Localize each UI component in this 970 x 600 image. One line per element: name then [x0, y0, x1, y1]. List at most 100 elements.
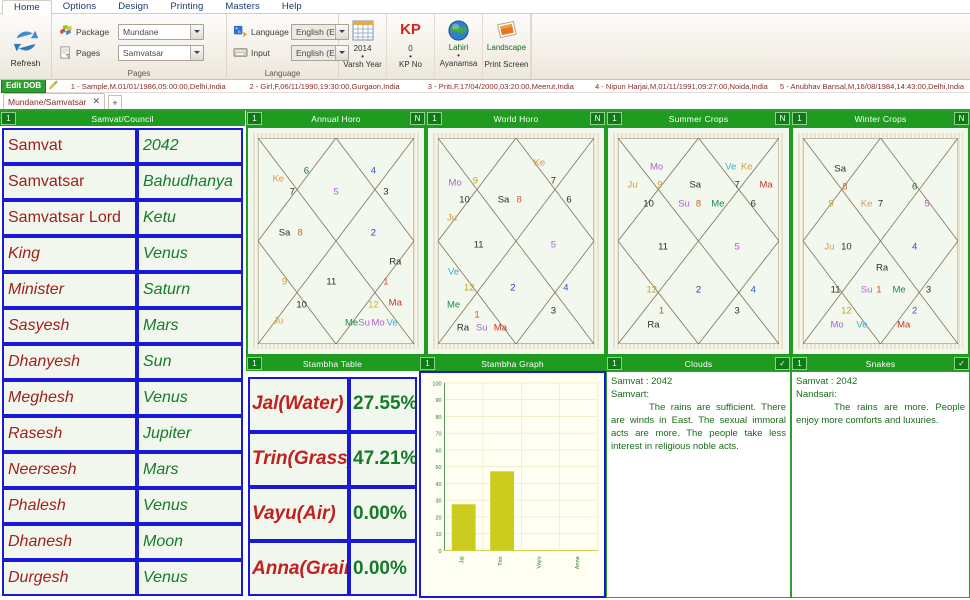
house-number: 12	[841, 305, 852, 317]
bar	[490, 471, 515, 551]
samvat-key-cell: Samvatsar Lord	[2, 200, 137, 236]
house-number: 9	[657, 179, 663, 191]
kp-no-button[interactable]: KP 0 • KP No	[387, 14, 435, 78]
stambha-graph-plot[interactable]: 0 10 20 30 40 50 60 70 80 90 100 Jal Trin Vayu Anna	[419, 371, 606, 598]
tab-mundane-samvatsar[interactable]: Mundane/Samvatsar ✕	[3, 93, 105, 109]
table-row[interactable]: Samvat 2042	[2, 128, 243, 164]
profile-item-2[interactable]: 2 - Girl,F,06/11/1990,19:30:00,Gurgaon,I…	[236, 82, 412, 91]
table-row[interactable]: Durgesh Venus	[2, 560, 243, 596]
table-row[interactable]: Anna(Grain)0.00%	[248, 541, 417, 596]
winter-crops-chart[interactable]: Sa 8 6 9 Ke 7 5 Ju 10 4 Ra 11 Su 1 Me 3 12 2 Mo Ve Ma	[793, 128, 968, 354]
snakes-samvat-line: Samvat : 2042	[796, 376, 858, 387]
chevron-down-icon[interactable]	[335, 24, 348, 39]
house-number: 1	[383, 276, 389, 288]
menu-item-printing[interactable]: Printing	[159, 0, 214, 13]
table-row[interactable]: Jal(Water) 27.55%	[248, 377, 417, 432]
planet-label: Ra	[456, 321, 470, 333]
stambha-key-cell: Trin(Grass)	[248, 431, 349, 487]
table-row[interactable]: Samvatsar Lord Ketu	[2, 200, 243, 236]
north-indian-style-flag[interactable]: N	[954, 112, 969, 125]
application-window: Home Options Design Printing Masters Hel…	[0, 0, 970, 600]
package-value: Mundane	[123, 26, 159, 37]
globe-icon	[447, 17, 470, 43]
table-row[interactable]: Vayu(Air) 0.00%	[248, 486, 417, 542]
north-indian-style-flag[interactable]: N	[590, 112, 605, 125]
table-row[interactable]: Neersesh Mars	[2, 452, 243, 488]
add-tab-button[interactable]: +	[107, 95, 122, 109]
profile-item-1[interactable]: 1 - Sample,M,01/01/1986,05:00:00,Delhi,I…	[60, 82, 236, 91]
samvat-key-cell: Samvatsar	[2, 164, 137, 200]
menu-item-help[interactable]: Help	[271, 0, 313, 13]
panel-number: 1	[792, 112, 807, 125]
snakes-paragraph: The rains are more. People enjoy more co…	[796, 402, 965, 426]
chevron-down-icon[interactable]	[335, 45, 348, 60]
north-indian-style-flag[interactable]: N	[775, 112, 790, 125]
panel-winter-crops: 1 Winter Crops N Sa 8 6 9 Ke 7 5 Ju 10 4…	[791, 111, 970, 356]
chevron-down-icon[interactable]	[190, 45, 203, 60]
table-row[interactable]: King Venus	[2, 236, 243, 272]
menu-item-design[interactable]: Design	[107, 0, 159, 13]
menu-item-home[interactable]: Home	[2, 0, 52, 15]
samvat-value-cell: Bahudhanya	[137, 164, 243, 200]
package-row: Package Mundane	[58, 22, 204, 41]
close-icon[interactable]: ✕	[92, 96, 100, 107]
chart-inner: Sa 8 6 9 Ke 7 5 Ju 10 4 Ra 11 Su 1 Me 3 12 2 Mo Ve Ma	[803, 138, 958, 344]
language-select[interactable]: English (E	[291, 23, 349, 40]
pages-select[interactable]: Samvatsar	[118, 44, 204, 61]
table-row[interactable]: Dhanyesh Sun	[2, 344, 243, 380]
refresh-button[interactable]: Refresh	[0, 15, 51, 79]
edit-dob-button[interactable]: Edit DOB	[1, 79, 47, 93]
print-screen-button[interactable]: Landscape Print Screen	[483, 14, 531, 78]
annual-horo-chart[interactable]: Ke 6 7 5 4 3 Sa 8 2 9 11 1 Ra Ma 10 Ju 12 Me Su Mo Ve	[248, 128, 424, 354]
panel-title: Stambha Graph	[481, 358, 544, 369]
table-row[interactable]: Samvatsar Bahudhanya	[2, 164, 243, 200]
table-row[interactable]: Phalesh Venus	[2, 488, 243, 524]
table-row[interactable]: Trin(Grass) 47.21%	[248, 431, 417, 487]
check-icon[interactable]: ✓	[954, 357, 969, 370]
ayanamsa-button[interactable]: Lahiri • Ayanamsa	[435, 14, 483, 78]
planet-label: Ju	[627, 179, 638, 191]
summer-crops-chart[interactable]: Mo Ve Ke Ju 9 Sa 7 Ma 10 Su 8 Me 6 11 5 12 2 4 1 3 Ra	[608, 128, 789, 354]
samvat-council-header: 1 Samvat/Council	[0, 111, 245, 126]
input-select[interactable]: English (E	[291, 44, 349, 61]
planet-label: Su	[475, 321, 488, 333]
chevron-down-icon[interactable]	[190, 24, 203, 39]
clouds-text: Samvat : 2042 Samvart: The rains are suf…	[606, 371, 791, 598]
profile-list: 1 - Sample,M,01/01/1986,05:00:00,Delhi,I…	[60, 82, 970, 91]
clouds-paragraph: The rains are sufficient. There are wind…	[611, 402, 786, 452]
table-row[interactable]: Rasesh Jupiter	[2, 416, 243, 452]
panel-clouds: 1 Clouds ✓ Samvat : 2042 Samvart: The ra…	[606, 356, 791, 598]
menu-item-options[interactable]: Options	[52, 0, 107, 13]
check-icon[interactable]: ✓	[775, 357, 790, 370]
table-row[interactable]: Sasyesh Mars	[2, 308, 243, 344]
planet-label: Ve	[725, 161, 737, 173]
bar-chart-svg: 0 10 20 30 40 50 60 70 80 90 100 Jal Trin Vayu Anna	[421, 373, 604, 596]
table-row[interactable]: Minister Saturn	[2, 272, 243, 308]
profile-item-4[interactable]: 4 - Nipun Harjai,M,01/11/1991,09:27:00,N…	[589, 82, 774, 91]
house-number: 3	[550, 305, 557, 317]
planet-label: Ra	[875, 262, 889, 274]
samvat-key-cell: Sasyesh	[2, 308, 137, 344]
table-row[interactable]: Dhanesh Moon	[2, 524, 243, 560]
package-select[interactable]: Mundane	[118, 23, 204, 40]
world-horo-chart[interactable]: Ke Mo 9 10 Sa 8 7 6 Ju 11 5 Ve 12 2 4 Me 1 3 Ra Su Ma	[428, 128, 604, 354]
house-number: 8	[516, 194, 522, 206]
north-indian-style-flag[interactable]: N	[410, 112, 425, 125]
profile-item-5[interactable]: 5 - Anubhav Bansal,M,16/08/1984,14:43:00…	[774, 82, 970, 91]
house-number: 11	[830, 284, 841, 296]
panel-samvat-council: 1 Samvat/Council Samvat 2042 Samvatsar Bahu…	[0, 111, 245, 598]
house-number: 2	[510, 282, 516, 294]
house-number: 4	[370, 165, 377, 177]
language-row: A B Language English (E	[233, 22, 349, 41]
table-row[interactable]: Meghesh Venus	[2, 380, 243, 416]
print-screen-value: Landscape	[486, 43, 527, 52]
pencil-icon[interactable]	[46, 79, 60, 93]
panel-title: Stambha Table	[302, 358, 363, 369]
profile-item-3[interactable]: 3 - Priti,F,17/04/2000,03:20:00,Meerut,I…	[413, 82, 589, 91]
house-number: 9	[828, 198, 834, 210]
menu-item-masters[interactable]: Masters	[214, 0, 270, 13]
stambha-key-cell: Jal(Water)	[248, 377, 349, 432]
house-number: 6	[750, 198, 756, 210]
planet-label: Mo	[371, 317, 385, 329]
house-number: 10	[841, 241, 852, 253]
